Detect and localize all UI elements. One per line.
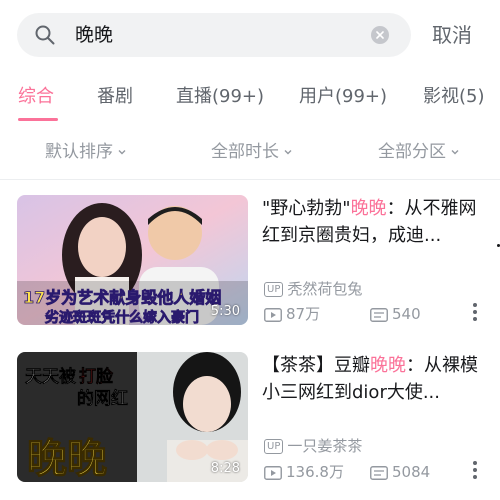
thumbnail-caption: 17岁为艺术献身毁他人婚姻 [23,288,221,307]
video-thumbnail[interactable]: 天天被 打脸 的网红 晚晚 8:28 [17,352,248,482]
up-badge: UP [264,439,284,454]
comment-count: 5084 [370,462,430,482]
thumbnail-caption: 的网红 [77,388,128,409]
thumbnail-caption: 劣迹斑斑凭什么嫁入豪门 [45,309,199,325]
tab-live[interactable]: 直播(99+) [176,84,264,110]
uploader-info[interactable]: UP 一只姜茶茶 [264,436,362,456]
up-badge: UP [264,282,284,297]
play-icon [264,307,282,322]
video-duration: 8:28 [210,461,240,476]
uploader-info[interactable]: UP 秃然荷包兔 [264,279,362,299]
video-duration: 5:30 [210,304,240,319]
title-highlight: 晚晚 [350,198,387,219]
active-tab-indicator [18,118,58,121]
play-count: 87万 [264,304,320,324]
video-card[interactable]: 17岁为艺术献身毁他人婚姻 劣迹斑斑凭什么嫁入豪门 5:30 "野心勃勃"晚晚：… [0,190,500,330]
more-options-icon[interactable] [472,461,478,481]
comment-icon [370,465,388,480]
play-icon [264,465,282,480]
chevron-down-icon [284,150,292,155]
thumbnail-caption: 天天被 [25,366,76,387]
thumbnail-caption: 打脸 [79,366,114,387]
search-icon [35,25,55,45]
thumbnail-big-caption: 晚晚 [27,436,107,482]
divider [0,179,500,180]
search-result-tabs: 综合 番剧 直播(99+) 用户(99+) 影视(5) [0,78,500,122]
tab-users[interactable]: 用户(99+) [299,84,387,110]
tab-all[interactable]: 综合 [18,84,54,110]
comment-count: 540 [370,304,421,324]
chevron-down-icon [451,150,459,155]
tab-bangumi[interactable]: 番剧 [97,84,133,110]
view-count: 87万 [286,305,321,323]
more-options-icon[interactable] [472,303,478,323]
filter-bar: 默认排序 全部时长 全部分区 [0,134,500,170]
video-title[interactable]: "野心勃勃"晚晚：从不雅网红到京圈贵妇，成迪... [262,195,488,249]
title-text: 【茶茶】豆瓣 [262,355,370,376]
duration-filter-label: 全部时长 [211,142,279,162]
category-filter-label: 全部分区 [378,142,446,162]
cancel-button[interactable]: 取消 [432,21,472,49]
video-title[interactable]: 【茶茶】豆瓣晚晚：从裸模小三网红到dior大使... [262,352,488,406]
sort-filter[interactable]: 默认排序 [45,140,127,164]
search-query-text: 晚晚 [75,24,114,46]
title-text: "野心勃勃" [262,198,351,219]
title-highlight: 晚晚 [370,355,406,376]
search-input[interactable]: 晚晚 [17,13,411,57]
play-count: 136.8万 [264,462,344,482]
video-thumbnail[interactable]: 17岁为艺术献身毁他人婚姻 劣迹斑斑凭什么嫁入豪门 5:30 [17,195,248,325]
comment-number: 540 [392,305,421,323]
sort-filter-label: 默认排序 [45,142,113,162]
tab-film[interactable]: 影视(5) [423,84,485,110]
view-count: 136.8万 [286,463,344,481]
duration-filter[interactable]: 全部时长 [211,140,293,164]
clear-icon[interactable] [371,26,389,44]
video-card[interactable]: 天天被 打脸 的网红 晚晚 8:28 【茶茶】豆瓣晚晚：从裸模小三网红到dior… [0,348,500,488]
comment-number: 5084 [392,463,431,481]
category-filter[interactable]: 全部分区 [378,140,460,164]
comment-icon [370,307,388,322]
uploader-name: 秃然荷包兔 [287,280,363,298]
search-header: 晚晚 取消 [0,0,500,70]
chevron-down-icon [118,150,126,155]
uploader-name: 一只姜茶茶 [287,437,363,455]
